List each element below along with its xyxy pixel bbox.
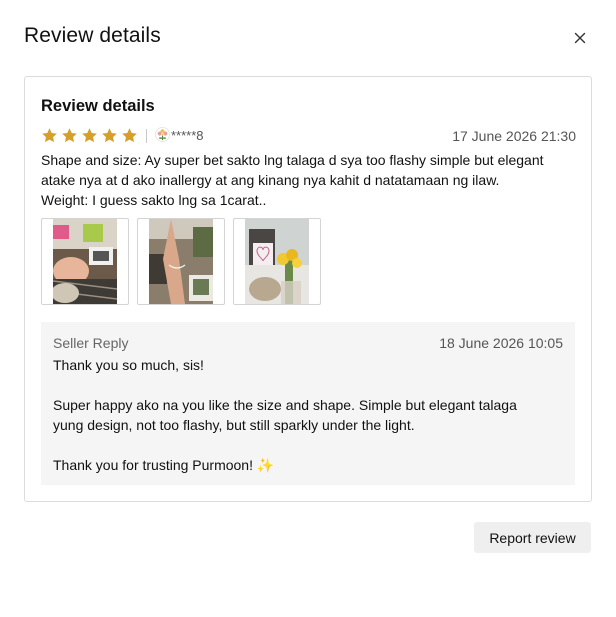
review-text-line: Weight: I guess sakto lng sa 1carat.. — [41, 192, 267, 208]
review-card-title: Review details — [41, 97, 155, 115]
review-photo-3[interactable] — [233, 218, 321, 305]
close-button[interactable] — [569, 27, 591, 49]
close-icon — [574, 32, 586, 44]
seller-reply: Seller Reply 18 June 2026 10:05 Thank yo… — [41, 322, 575, 485]
avatar — [155, 127, 170, 142]
star-icon — [82, 128, 97, 143]
star-icon — [62, 128, 77, 143]
seller-reply-date: 18 June 2026 10:05 — [439, 335, 563, 351]
star-rating — [41, 127, 138, 144]
review-card: Review details *****8 17 June 2026 21:30… — [24, 76, 592, 502]
seller-reply-text: Thank you so much, sis! Super happy ako … — [53, 355, 553, 475]
seller-reply-line: Thank you so much, sis! — [53, 357, 204, 373]
report-review-button[interactable]: Report review — [474, 522, 591, 553]
review-photos — [41, 218, 321, 305]
rating-divider — [146, 129, 147, 143]
star-icon — [42, 128, 57, 143]
review-photo-1[interactable] — [41, 218, 129, 305]
star-icon — [102, 128, 117, 143]
seller-reply-label: Seller Reply — [53, 335, 129, 351]
seller-reply-line: Super happy ako na you like the size and… — [53, 397, 517, 413]
review-text: Shape and size: Ay super bet sakto lng t… — [41, 150, 577, 210]
modal-title: Review details — [24, 24, 161, 47]
review-photo-2[interactable] — [137, 218, 225, 305]
review-text-line: atake nya at d ako inallergy at ang kina… — [41, 172, 500, 188]
star-icon — [122, 128, 137, 143]
review-details-modal: Review details Review details *****8 17 … — [0, 0, 616, 617]
review-text-line: Shape and size: Ay super bet sakto lng t… — [41, 152, 544, 168]
seller-reply-line: Thank you for trusting Purmoon! ✨ — [53, 457, 275, 473]
review-date: 17 June 2026 21:30 — [452, 128, 576, 144]
seller-reply-line: yung design, not too flashy, but still s… — [53, 417, 415, 433]
reviewer-username: *****8 — [171, 128, 204, 143]
